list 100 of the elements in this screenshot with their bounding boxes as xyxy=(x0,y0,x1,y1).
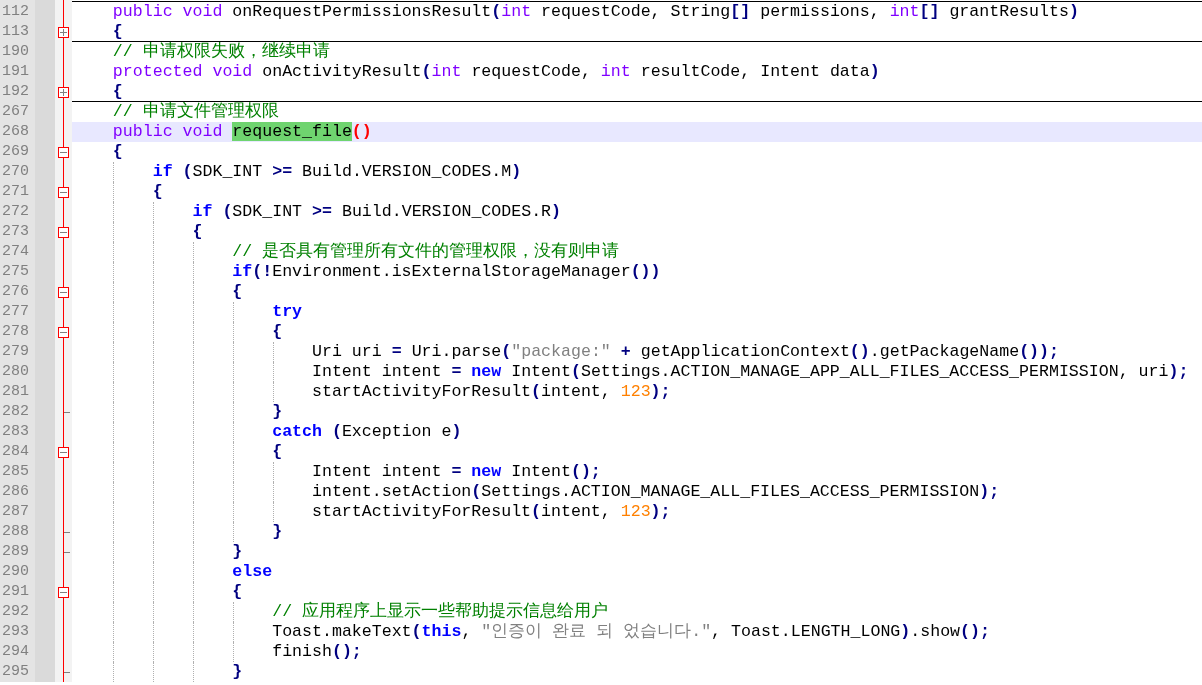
fold-expand-icon[interactable] xyxy=(58,27,69,38)
brace-match: () xyxy=(351,122,372,141)
operator: ( xyxy=(501,342,512,361)
operator: { xyxy=(232,282,243,301)
keyword: this xyxy=(421,622,462,641)
operator: ( xyxy=(491,2,502,21)
keyword: else xyxy=(232,562,273,581)
line-number: 294 xyxy=(0,642,35,662)
operator: >= xyxy=(272,162,293,181)
line-number: 277 xyxy=(0,302,35,322)
operator: { xyxy=(272,442,283,461)
keyword: if xyxy=(192,202,213,221)
operator: (); xyxy=(960,622,990,641)
operator: ( xyxy=(471,482,482,501)
code-text: Settings.ACTION_MANAGE_ALL_FILES_ACCESS_PERMISSION xyxy=(481,482,980,501)
operator: = xyxy=(451,362,462,381)
type-keyword: public void xyxy=(112,122,223,141)
code-text: Intent intent xyxy=(312,462,442,481)
fold-collapse-icon[interactable] xyxy=(58,227,69,238)
line-number: 268 xyxy=(0,122,35,142)
line-number: 285 xyxy=(0,462,35,482)
operator: ); xyxy=(650,382,671,401)
operator: ( xyxy=(421,62,432,81)
line-number: 283 xyxy=(0,422,35,442)
line-number: 291 xyxy=(0,582,35,602)
comment: // 是否具有管理所有文件的管理权限，没有则申请 xyxy=(232,242,620,261)
operator: ()); xyxy=(1019,342,1059,361)
fold-collapse-icon[interactable] xyxy=(58,327,69,338)
keyword: if xyxy=(232,262,253,281)
line-number: 284 xyxy=(0,442,35,462)
comment: // 申请文件管理权限 xyxy=(112,102,279,121)
code-text: .show xyxy=(910,622,961,641)
code-text: Intent xyxy=(511,462,571,481)
operator: ) xyxy=(900,622,911,641)
line-number: 290 xyxy=(0,562,35,582)
fold-expand-icon[interactable] xyxy=(58,87,69,98)
code-text: getApplicationContext xyxy=(640,342,850,361)
string-literal: "인증이 완료 되 었습니다." xyxy=(481,622,712,641)
fold-end-mark xyxy=(64,412,70,413)
operator: { xyxy=(112,142,123,161)
keyword: new xyxy=(471,462,502,481)
line-number: 269 xyxy=(0,142,35,162)
code-text: resultCode, Intent data xyxy=(640,62,870,81)
operator: (); xyxy=(570,462,601,481)
string-literal: "package:" xyxy=(511,342,611,361)
line-number: 275 xyxy=(0,262,35,282)
operator: } xyxy=(272,402,283,421)
code-text: intent, xyxy=(541,502,611,521)
operator: ( xyxy=(531,382,542,401)
fold-collapse-icon[interactable] xyxy=(58,147,69,158)
type-keyword: protected void xyxy=(112,62,253,81)
code-text: intent.setAction xyxy=(312,482,472,501)
line-number: 113 xyxy=(0,22,35,42)
fold-collapse-icon[interactable] xyxy=(58,587,69,598)
line-number: 276 xyxy=(0,282,35,302)
code-text: Build.VERSION_CODES.R xyxy=(341,202,552,221)
code-text: intent, xyxy=(541,382,611,401)
line-number: 270 xyxy=(0,162,35,182)
line-number: 281 xyxy=(0,382,35,402)
number-literal: 123 xyxy=(620,502,651,521)
operator: = xyxy=(391,342,402,361)
comment: // 申请权限失败，继续申请 xyxy=(112,42,330,61)
operator: { xyxy=(272,322,283,341)
operator: { xyxy=(112,82,123,101)
code-text: requestCode, xyxy=(471,62,591,81)
fold-collapse-icon[interactable] xyxy=(58,187,69,198)
line-number: 267 xyxy=(0,102,35,122)
line-number: 272 xyxy=(0,202,35,222)
code-text: Toast.makeText xyxy=(272,622,412,641)
fold-collapse-icon[interactable] xyxy=(58,447,69,458)
code-text: grantResults xyxy=(949,2,1069,21)
type-keyword: int xyxy=(431,62,462,81)
keyword: catch xyxy=(272,422,322,441)
fold-end-mark xyxy=(64,532,70,533)
operator: ( xyxy=(222,202,233,221)
fold-end-mark xyxy=(64,672,70,673)
fold-collapse-icon[interactable] xyxy=(58,287,69,298)
line-number: 286 xyxy=(0,482,35,502)
operator: ( xyxy=(531,502,542,521)
operator: + xyxy=(620,342,631,361)
search-match: request_file xyxy=(232,122,352,141)
operator: } xyxy=(232,542,243,561)
operator: () xyxy=(849,342,870,361)
operator: ); xyxy=(979,482,1000,501)
operator: (! xyxy=(252,262,273,281)
line-number: 280 xyxy=(0,362,35,382)
operator: ( xyxy=(411,622,422,641)
operator: >= xyxy=(312,202,332,221)
line-number: 192 xyxy=(0,82,35,102)
operator: [] xyxy=(919,2,940,21)
operator: ) xyxy=(511,162,522,181)
line-number: 293 xyxy=(0,622,35,642)
operator: = xyxy=(451,462,462,481)
code-text: SDK_INT xyxy=(192,162,263,181)
type-keyword: public void xyxy=(112,2,223,21)
code-text: SDK_INT xyxy=(232,202,303,221)
line-number: 295 xyxy=(0,662,35,682)
code-text: , xyxy=(461,622,472,641)
operator: ( xyxy=(182,162,193,181)
line-number: 190 xyxy=(0,42,35,62)
